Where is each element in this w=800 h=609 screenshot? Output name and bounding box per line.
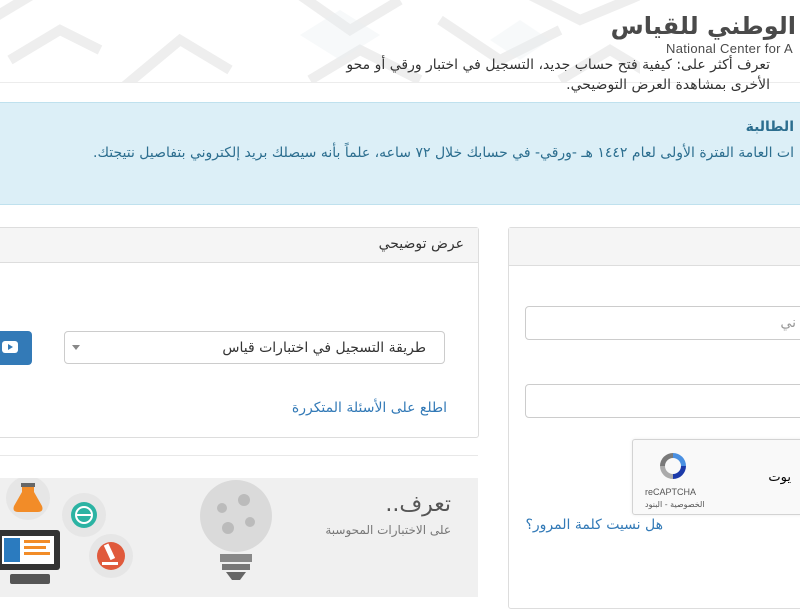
flask-icon (6, 478, 50, 520)
password-input[interactable] (525, 384, 800, 418)
faq-link[interactable]: اطلع على الأسئلة المتكررة (292, 400, 447, 416)
youtube-play-icon (2, 341, 18, 353)
lightbulb-icon (200, 480, 272, 580)
demo-description-line2: الأخرى بمشاهدة العرض التوضيحي. (566, 77, 770, 93)
recaptcha-widget[interactable]: reCAPTCHA الخصوصية - البنود يوت (632, 439, 800, 515)
logo-english-text: National Center for A (666, 41, 793, 56)
alert-title: الطالبة (745, 119, 794, 135)
chevron-down-icon (72, 345, 80, 350)
recaptcha-brand: reCAPTCHA (645, 487, 697, 497)
banner-illustration (0, 478, 272, 584)
recaptcha-links[interactable]: الخصوصية - البنود (645, 500, 705, 509)
username-input[interactable]: ني (525, 306, 800, 340)
recaptcha-label: يوت (768, 470, 791, 485)
banner-title: تعرف.. (385, 492, 451, 517)
computer-icon (0, 530, 60, 584)
microscope-icon (89, 534, 133, 578)
forgot-password-link[interactable]: هل نسيت كلمة المرور؟ (525, 517, 663, 533)
demo-video-select-value: طريقة التسجيل في اختبارات قياس (222, 340, 426, 356)
demo-video-select[interactable]: طريقة التسجيل في اختبارات قياس (64, 331, 445, 364)
recaptcha-icon (660, 453, 686, 479)
logo-arabic-text: الوطني للقياس (610, 12, 796, 40)
info-alert: الطالبة ات العامة الفترة الأولى لعام ١٤٤… (0, 102, 800, 205)
login-panel-header (509, 228, 800, 266)
username-placeholder: ني (780, 315, 796, 331)
computerized-tests-banner[interactable]: تعرف.. على الاختبارات المحوسبة (0, 478, 478, 597)
play-video-button[interactable] (0, 331, 32, 365)
demo-panel-header: عرض توضيحي (0, 228, 478, 263)
demo-panel-title: عرض توضيحي (378, 236, 464, 252)
banner-subtitle: على الاختبارات المحوسبة (325, 523, 451, 537)
login-panel (508, 227, 800, 609)
demo-description: تعرف أكثر على: كيفية فتح حساب جديد، التس… (346, 55, 770, 95)
demo-description-line1: تعرف أكثر على: كيفية فتح حساب جديد، التس… (346, 57, 770, 73)
globe-icon (62, 493, 106, 537)
alert-message: ات العامة الفترة الأولى لعام ١٤٤٢ هـ -ور… (93, 145, 794, 161)
section-divider (0, 455, 478, 456)
